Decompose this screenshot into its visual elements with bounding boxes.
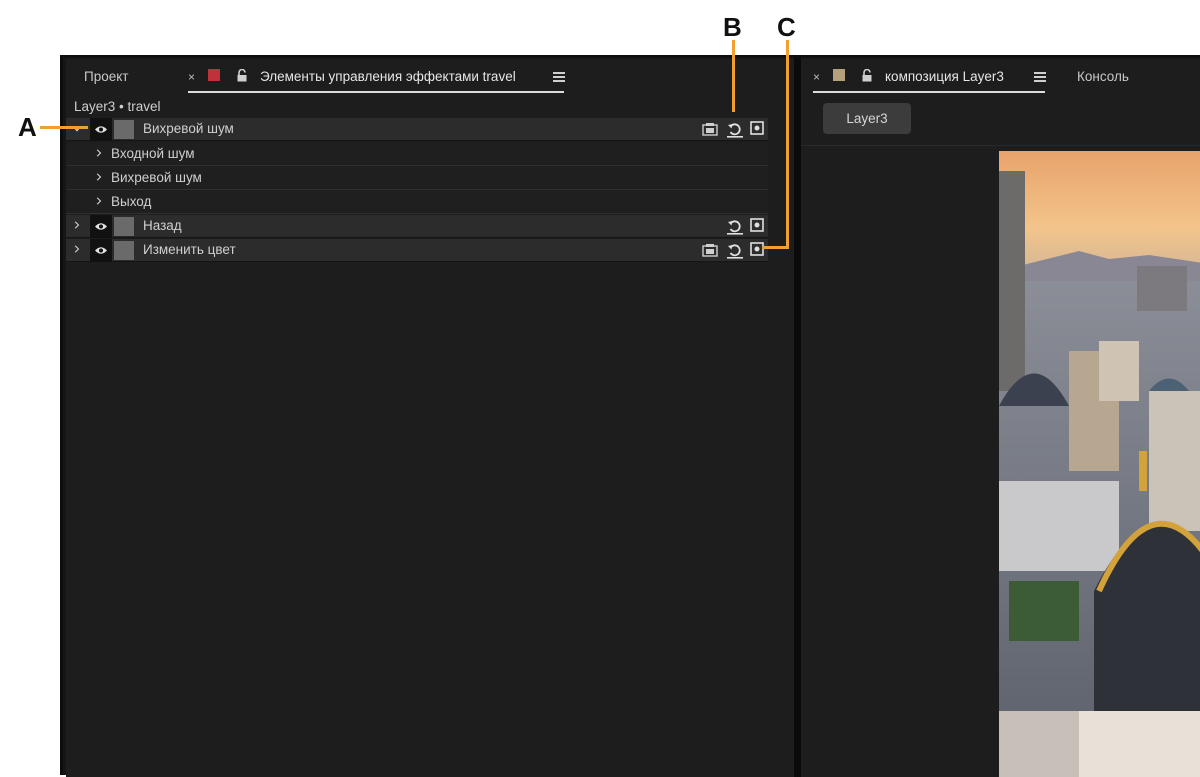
eye-icon[interactable] (90, 118, 112, 141)
effect-controls-panel: Проект × Элементы управления эффектами t… (66, 59, 794, 777)
tab-composition[interactable]: композиция Layer3 (885, 69, 1004, 84)
viewer-separator (801, 145, 1200, 146)
callout-b-line-vertical (732, 40, 735, 112)
fx-preset-icon[interactable] (702, 122, 718, 136)
fx-preset-icon[interactable] (702, 243, 718, 257)
keyframe-icon[interactable] (750, 242, 764, 257)
property-row[interactable]: Входной шум (66, 143, 768, 166)
panel-divider[interactable] (794, 57, 801, 777)
callout-a: A (18, 112, 37, 142)
chevron-right-icon[interactable] (73, 245, 81, 253)
active-tab-underline (813, 91, 1045, 93)
lock-icon[interactable] (861, 68, 873, 87)
panel-menu-icon[interactable] (553, 72, 565, 82)
chevron-right-icon[interactable] (95, 173, 103, 181)
app-window: Проект × Элементы управления эффектами t… (60, 55, 1200, 777)
tab-console[interactable]: Консоль (1077, 69, 1129, 84)
effect-name: Вихревой шум (143, 121, 234, 136)
callout-a-line (40, 126, 88, 129)
fx-switch[interactable] (114, 120, 134, 139)
effect-row[interactable]: Изменить цвет (66, 239, 768, 262)
property-row[interactable]: Выход (66, 191, 768, 214)
reset-icon[interactable] (726, 121, 744, 138)
property-name: Входной шум (111, 146, 195, 161)
eye-icon[interactable] (90, 239, 112, 262)
callout-c-line-vertical (786, 40, 789, 248)
fx-switch[interactable] (114, 217, 134, 236)
fx-switch[interactable] (114, 241, 134, 260)
chevron-right-icon[interactable] (95, 149, 103, 157)
reset-icon[interactable] (726, 218, 744, 235)
tab-effect-controls[interactable]: Элементы управления эффектами travel (260, 69, 516, 84)
property-name: Вихревой шум (111, 170, 202, 185)
eye-icon[interactable] (90, 215, 112, 238)
effect-name: Изменить цвет (143, 242, 236, 257)
left-tab-bar: Проект × Элементы управления эффектами t… (66, 59, 794, 93)
property-row[interactable]: Вихревой шум (66, 167, 768, 190)
close-icon[interactable]: × (813, 70, 820, 84)
composition-panel: × композиция Layer3 Консоль Layer3 (801, 59, 1200, 777)
effect-name: Назад (143, 218, 182, 233)
right-tab-bar: × композиция Layer3 Консоль (801, 59, 1200, 93)
chevron-right-icon[interactable] (95, 197, 103, 205)
close-icon[interactable]: × (188, 70, 195, 84)
effect-row[interactable]: Вихревой шум (66, 118, 768, 141)
active-tab-underline (188, 91, 564, 93)
effect-row[interactable]: Назад (66, 215, 768, 238)
composition-viewer-image[interactable] (999, 151, 1200, 777)
panel-menu-icon[interactable] (1034, 72, 1046, 82)
label-color-swatch (833, 69, 845, 81)
callout-c: C (777, 12, 796, 42)
keyframe-icon[interactable] (750, 218, 764, 233)
callout-b: B (723, 12, 742, 42)
tab-project[interactable]: Проект (84, 69, 128, 84)
keyframe-icon[interactable] (750, 121, 764, 136)
callout-c-line-horizontal (762, 246, 789, 249)
property-name: Выход (111, 194, 152, 209)
label-color-swatch (208, 69, 220, 81)
lock-icon[interactable] (236, 68, 248, 87)
reset-icon[interactable] (726, 242, 744, 259)
chevron-right-icon[interactable] (73, 221, 81, 229)
composition-breadcrumb-button[interactable]: Layer3 (823, 103, 911, 134)
layer-title: Layer3 • travel (74, 99, 161, 114)
